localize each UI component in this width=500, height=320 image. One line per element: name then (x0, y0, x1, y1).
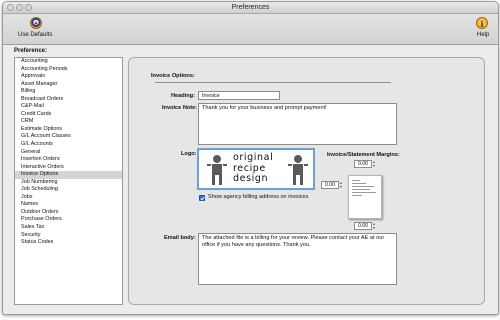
list-item-selected[interactable]: Invoice Options (15, 171, 122, 179)
preview-line (352, 183, 366, 184)
list-item[interactable]: Asset Manager (15, 81, 122, 89)
preview-line (352, 186, 374, 187)
preview-line (352, 192, 376, 193)
logo-image-well[interactable]: original recipe design (197, 148, 315, 190)
checkmark-icon (200, 196, 205, 201)
list-item[interactable]: Job Scheduling (15, 186, 122, 194)
show-address-checkbox[interactable] (199, 195, 205, 201)
list-item[interactable]: Security (15, 232, 122, 240)
help-label: Help (477, 32, 490, 38)
section-divider (155, 82, 391, 83)
email-body-field[interactable]: The attached file is a billing for your … (198, 233, 397, 285)
logo-wordmark: original recipe design (233, 152, 283, 185)
preview-line (352, 180, 360, 181)
logo-label: Logo: (181, 151, 197, 157)
margin-left-stepper[interactable]: ▴ ▾ (340, 181, 342, 189)
show-address-label[interactable]: Show agency billing address on invoices (208, 194, 308, 200)
list-item[interactable]: Names (15, 201, 122, 209)
list-item[interactable]: Accounting (15, 58, 122, 66)
chef-figure-right-icon (288, 155, 308, 185)
list-item[interactable]: Credit Cards (15, 111, 122, 119)
margin-left-field[interactable]: 0.00 (321, 181, 339, 189)
list-item[interactable]: Sales Tax (15, 224, 122, 232)
margin-top-stepper[interactable]: ▴ ▾ (373, 160, 375, 168)
use-defaults-label: Use Defaults (18, 32, 53, 38)
list-item[interactable]: Interactive Orders (15, 164, 122, 172)
brand-badge-icon (30, 17, 42, 29)
margin-top-field[interactable]: 0.00 (354, 160, 372, 168)
heading-label: Heading: (171, 93, 195, 99)
list-item[interactable]: Approvals (15, 73, 122, 81)
list-item[interactable]: Job Numbering (15, 179, 122, 187)
margin-bottom-stepper[interactable]: ▴ ▾ (373, 222, 375, 230)
list-item[interactable]: CRM (15, 118, 122, 126)
list-item[interactable]: Estimate Options (15, 126, 122, 134)
logo-text-line: original (233, 152, 274, 163)
page-preview-icon (348, 175, 382, 219)
margins-label: Invoice/Statement Margins: (327, 152, 400, 158)
info-icon: i (476, 17, 488, 29)
section-title: Invoice Options: (151, 73, 195, 79)
list-item[interactable]: Broadcast Orders (15, 96, 122, 104)
list-item[interactable]: Status Codes (15, 239, 122, 247)
margin-bottom-field[interactable]: 0.00 (354, 222, 372, 230)
preference-list[interactable]: Accounting Accounting Periods Approvals … (14, 57, 123, 305)
list-item[interactable]: Insertion Orders (15, 156, 122, 164)
list-item[interactable]: Jobs (15, 194, 122, 202)
list-item[interactable]: General (15, 149, 122, 157)
chef-figure-left-icon (207, 155, 227, 185)
email-body-label: Email body: (164, 235, 196, 241)
list-item[interactable]: Purchase Orders (15, 216, 122, 224)
list-item[interactable]: Billing (15, 88, 122, 96)
list-item[interactable]: Accounting Periods (15, 66, 122, 74)
preview-line (352, 189, 370, 190)
invoice-note-field[interactable]: Thank you for your business and prompt p… (198, 103, 397, 145)
logo-text-line: design (233, 173, 269, 184)
list-item[interactable]: G/L Account Classes (15, 133, 122, 141)
toolbar: Use Defaults i Help (3, 14, 498, 45)
invoice-note-label: Invoice Note: (162, 105, 198, 111)
heading-field[interactable]: Invoice (198, 91, 280, 100)
preferences-label: Preference: (14, 48, 48, 54)
preview-line (352, 195, 362, 196)
list-item[interactable]: G/L Accounts (15, 141, 122, 149)
title-bar: Preferences (3, 2, 498, 14)
window-title: Preferences (231, 4, 270, 11)
list-item[interactable]: C&P-Mail (15, 103, 122, 111)
list-item[interactable]: Outdoor Orders (15, 209, 122, 217)
